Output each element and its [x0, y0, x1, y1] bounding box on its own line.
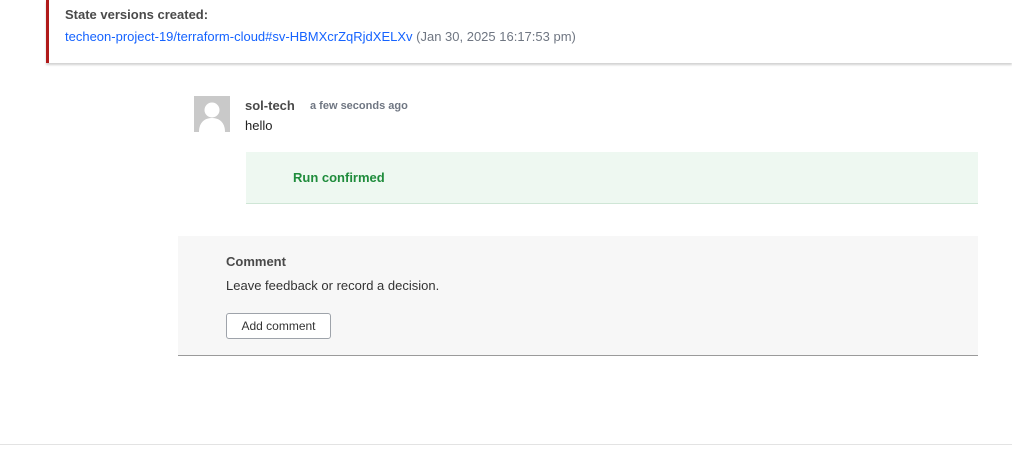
add-comment-button[interactable]: Add comment — [226, 313, 331, 339]
state-versions-title: State versions created: — [65, 7, 209, 22]
state-versions-card: State versions created: techeon-project-… — [46, 0, 1012, 63]
comment-form-heading: Comment — [226, 254, 286, 269]
run-confirmed-banner: Run confirmed — [246, 152, 978, 204]
comment-author[interactable]: sol-tech — [245, 98, 295, 113]
default-user-icon — [194, 96, 230, 132]
divider — [0, 444, 1012, 445]
state-version-link[interactable]: techeon-project-19/terraform-cloud#sv-HB… — [65, 29, 413, 44]
run-confirmed-label: Run confirmed — [293, 170, 385, 185]
comment-text: hello — [245, 118, 273, 133]
page: State versions created: techeon-project-… — [0, 0, 1012, 464]
comment-time: a few seconds ago — [310, 100, 408, 112]
comment-form: Comment Leave feedback or record a decis… — [178, 236, 978, 356]
state-versions-line: techeon-project-19/terraform-cloud#sv-HB… — [65, 29, 576, 44]
comment-form-description: Leave feedback or record a decision. — [226, 278, 440, 293]
state-version-timestamp: (Jan 30, 2025 16:17:53 pm) — [416, 29, 576, 44]
avatar-silhouette — [194, 96, 230, 132]
